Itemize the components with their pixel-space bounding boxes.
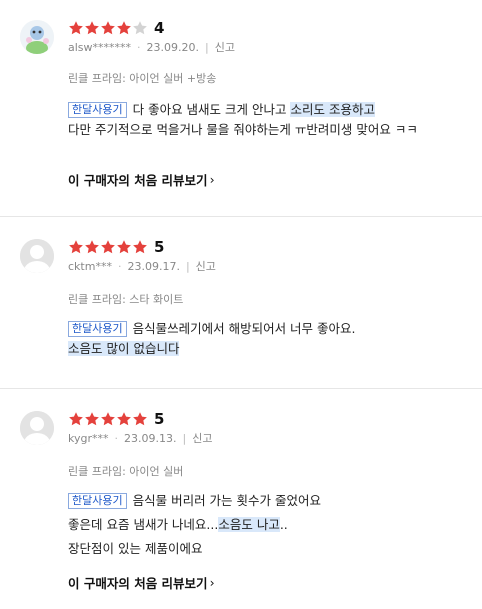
avatar [20, 411, 54, 445]
review-date: 23.09.13. [124, 432, 177, 445]
review-text-line: 한달사용기 음식물쓰레기에서 해방되어서 너무 좋아요. [68, 319, 356, 339]
star-icon [117, 412, 131, 426]
review-text-line: 좋은데 요즘 냄새가 나네요...소음도 나고.. [68, 517, 288, 532]
star-rating [68, 239, 148, 255]
purchase-option: 린클 프라임: 아이언 실버 [68, 465, 184, 478]
star-icon [69, 412, 83, 426]
first-review-link[interactable]: 이 구매자의 처음 리뷰보기 › [68, 573, 215, 592]
first-review-link[interactable]: 이 구매자의 처음 리뷰보기 › [68, 170, 215, 189]
report-link[interactable]: 신고 [192, 431, 212, 447]
rating-score: 4 [154, 19, 165, 37]
star-icon [133, 240, 147, 254]
star-rating [68, 20, 148, 36]
usage-tag: 한달사용기 [68, 493, 127, 509]
keyword-highlight: 소리도 조용하고 [290, 102, 375, 117]
review-text-line: 장단점이 있는 제품이에요 [68, 541, 203, 556]
star-icon [85, 412, 99, 426]
star-icon [101, 21, 115, 35]
chevron-right-icon: › [209, 575, 215, 590]
review-text-line: 소음도 많이 없습니다 [68, 339, 356, 359]
avatar [20, 239, 54, 273]
usage-tag: 한달사용기 [68, 321, 127, 337]
star-icon [69, 21, 83, 35]
keyword-highlight: 소음도 나고 [218, 517, 280, 532]
rating-score: 5 [154, 238, 165, 256]
purchase-option: 린클 프라임: 아이언 실버 +방송 [68, 72, 217, 85]
reviewer-id: cktm*** [68, 260, 112, 273]
report-link[interactable]: 신고 [215, 40, 235, 56]
chevron-right-icon: › [209, 172, 215, 187]
review-text-line: 한달사용기 음식물 버리러 가는 횟수가 줄었어요 [68, 491, 321, 511]
reviewer-id: alsw******* [68, 41, 132, 54]
star-icon [85, 240, 99, 254]
keyword-highlight: 소음도 많이 없습니다 [68, 341, 180, 356]
review-date: 23.09.17. [127, 260, 180, 273]
star-icon [69, 240, 83, 254]
rating-score: 5 [154, 410, 165, 428]
review-date: 23.09.20. [146, 41, 200, 54]
review-card: 5 cktm*** · 23.09.17. | 신고 린클 프라임: 스타 화이… [0, 217, 482, 389]
report-link[interactable]: 신고 [196, 259, 216, 275]
review-text-line: 다만 주기적으로 먹을거나 물을 줘야하는게 ㅠ반려미생 맞어요 ㅋㅋ [68, 122, 418, 137]
star-icon [117, 21, 131, 35]
star-rating [68, 411, 148, 427]
purchase-option: 린클 프라임: 스타 화이트 [68, 293, 184, 306]
reviewer-id: kygr*** [68, 432, 109, 445]
review-card: 4 alsw******* · 23.09.20. | 신고 린클 프라임: 아… [0, 0, 482, 217]
review-card: 5 kygr*** · 23.09.13. | 신고 린클 프라임: 아이언 실… [0, 389, 482, 609]
star-icon [133, 412, 147, 426]
review-text-line: 한달사용기 다 좋아요 냄새도 크게 안나고 소리도 조용하고 [68, 100, 418, 120]
usage-tag: 한달사용기 [68, 102, 127, 118]
star-icon [101, 240, 115, 254]
star-icon [133, 21, 147, 35]
star-icon [85, 21, 99, 35]
star-icon [101, 412, 115, 426]
avatar [20, 20, 54, 54]
star-icon [117, 240, 131, 254]
